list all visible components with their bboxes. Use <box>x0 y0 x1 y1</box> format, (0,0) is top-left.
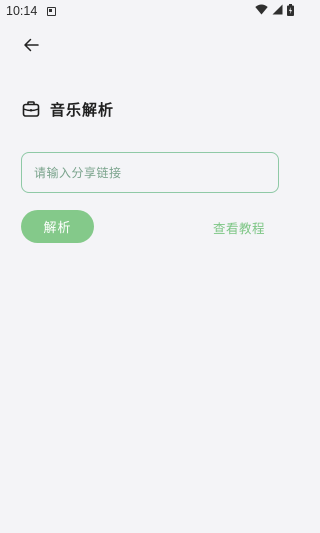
page-title: 音乐解析 <box>50 100 115 119</box>
status-bar: 10:14 <box>0 0 300 22</box>
wifi-icon <box>255 4 268 18</box>
briefcase-icon <box>22 100 40 118</box>
title-row: 音乐解析 <box>22 98 114 120</box>
signal-icon <box>272 4 283 18</box>
screen: 10:14 音乐解析 请输入分享链接 解析 查看教程 <box>0 0 300 533</box>
battery-icon <box>287 3 294 19</box>
status-time: 10:14 <box>6 4 38 18</box>
share-link-input[interactable] <box>21 152 279 193</box>
view-tutorial-link[interactable]: 查看教程 <box>213 218 265 236</box>
notification-icon <box>47 6 57 16</box>
back-button[interactable] <box>18 34 44 58</box>
status-icons <box>255 3 294 19</box>
parse-button[interactable]: 解析 <box>21 210 94 243</box>
arrow-left-icon <box>23 37 39 56</box>
